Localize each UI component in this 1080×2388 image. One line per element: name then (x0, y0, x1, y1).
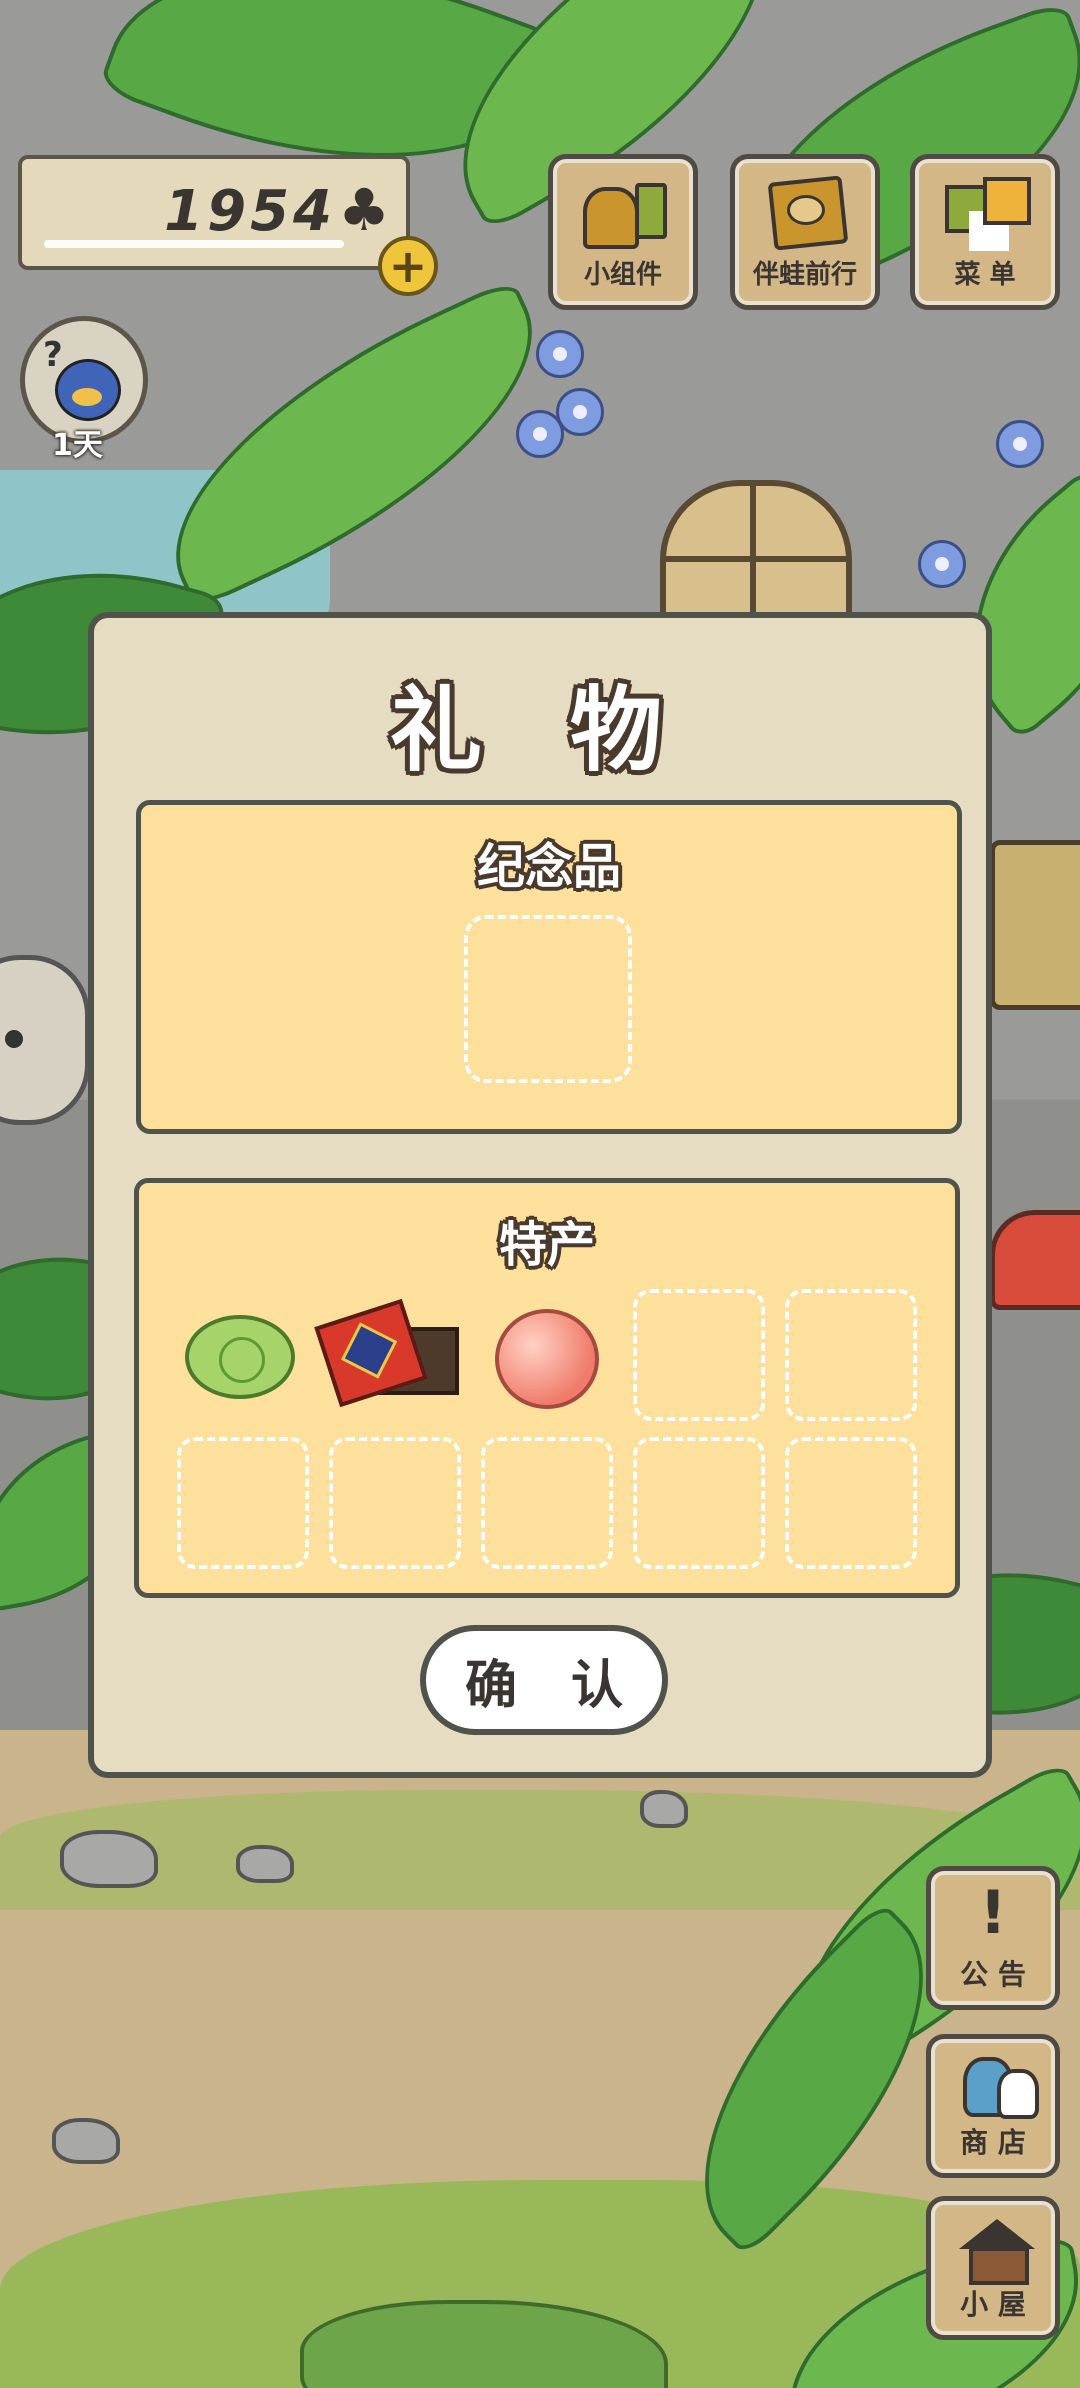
cabbage-item[interactable] (185, 1315, 295, 1399)
souvenir-panel: 纪念品 (136, 800, 962, 1134)
gift-dialog: 礼 物 纪念品 特产 确 认 (88, 612, 992, 1778)
confirm-button[interactable]: 确 认 (420, 1625, 668, 1735)
specialty-slot[interactable] (329, 1437, 461, 1569)
dialog-overlay: 礼 物 纪念品 特产 确 认 (0, 0, 1080, 2388)
dialog-title: 礼 物 (389, 677, 691, 784)
specialty-title: 特产 (498, 1217, 595, 1273)
souvenir-title: 纪念品 (476, 839, 621, 895)
specialty-slot[interactable] (633, 1437, 765, 1569)
specialty-panel: 特产 (134, 1178, 960, 1598)
souvenir-slot[interactable] (464, 915, 632, 1083)
specialty-slot[interactable] (633, 1289, 765, 1421)
gift-box-item[interactable] (314, 1298, 459, 1408)
specialty-slot[interactable] (481, 1437, 613, 1569)
specialty-slot[interactable] (785, 1437, 917, 1569)
peach-item[interactable] (495, 1309, 599, 1409)
specialty-slot[interactable] (785, 1289, 917, 1421)
specialty-slot[interactable] (177, 1437, 309, 1569)
